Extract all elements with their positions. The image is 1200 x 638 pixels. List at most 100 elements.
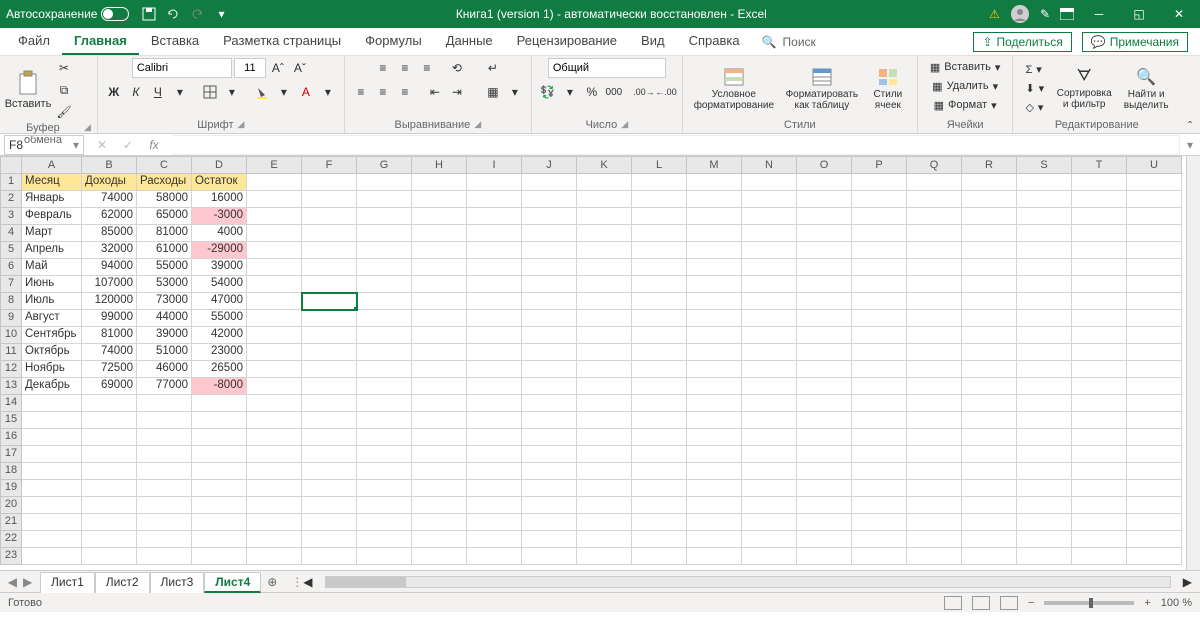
cell[interactable] — [467, 548, 522, 565]
cell[interactable] — [962, 463, 1017, 480]
cell[interactable] — [467, 531, 522, 548]
cell[interactable] — [412, 548, 467, 565]
clear-button[interactable]: ◇▾ — [1019, 99, 1050, 117]
row-header[interactable]: 19 — [0, 480, 22, 497]
cell[interactable] — [247, 531, 302, 548]
cell[interactable] — [302, 276, 357, 293]
cell[interactable] — [302, 429, 357, 446]
cell[interactable]: 4000 — [192, 225, 247, 242]
cell[interactable] — [412, 412, 467, 429]
cell[interactable] — [302, 361, 357, 378]
cell[interactable] — [357, 548, 412, 565]
cell[interactable] — [742, 259, 797, 276]
cell[interactable] — [742, 463, 797, 480]
cell[interactable] — [742, 480, 797, 497]
cell[interactable] — [1127, 242, 1182, 259]
cell[interactable] — [412, 310, 467, 327]
cell[interactable] — [1127, 174, 1182, 191]
confirm-edit-icon[interactable]: ✓ — [118, 135, 138, 155]
cell[interactable] — [907, 242, 962, 259]
tab-данные[interactable]: Данные — [434, 28, 505, 55]
cell[interactable] — [137, 395, 192, 412]
cell[interactable] — [797, 429, 852, 446]
cell[interactable] — [467, 208, 522, 225]
cell[interactable] — [1127, 378, 1182, 395]
cell[interactable] — [467, 480, 522, 497]
cell[interactable] — [522, 310, 577, 327]
cell[interactable] — [797, 225, 852, 242]
cell[interactable]: 42000 — [192, 327, 247, 344]
cell[interactable]: 26500 — [192, 361, 247, 378]
cell[interactable] — [1127, 497, 1182, 514]
cell[interactable]: -8000 — [192, 378, 247, 395]
cell[interactable] — [907, 361, 962, 378]
cell[interactable]: 39000 — [137, 327, 192, 344]
cell[interactable]: 69000 — [82, 378, 137, 395]
cell[interactable]: 62000 — [82, 208, 137, 225]
underline-button[interactable]: Ч — [148, 82, 168, 102]
collapse-ribbon-icon[interactable]: ˆ — [1180, 56, 1200, 133]
row-header[interactable]: 21 — [0, 514, 22, 531]
cell[interactable] — [412, 293, 467, 310]
cell[interactable] — [192, 531, 247, 548]
page-break-view-icon[interactable] — [1000, 596, 1018, 610]
cell[interactable] — [82, 463, 137, 480]
cell[interactable] — [357, 293, 412, 310]
cell[interactable] — [412, 361, 467, 378]
cell[interactable] — [687, 480, 742, 497]
cell[interactable] — [907, 514, 962, 531]
row-header[interactable]: 23 — [0, 548, 22, 565]
cell[interactable] — [907, 446, 962, 463]
cell[interactable] — [797, 344, 852, 361]
cell[interactable] — [577, 327, 632, 344]
merge-cells-icon[interactable]: ▦ — [483, 82, 503, 102]
cell[interactable] — [522, 191, 577, 208]
cell[interactable] — [1072, 276, 1127, 293]
cell[interactable] — [687, 429, 742, 446]
align-middle-icon[interactable]: ≡ — [395, 58, 415, 78]
cell[interactable] — [1017, 310, 1072, 327]
normal-view-icon[interactable] — [944, 596, 962, 610]
cell[interactable] — [467, 174, 522, 191]
ribbon-display-icon[interactable] — [1060, 8, 1074, 20]
cell[interactable] — [1127, 259, 1182, 276]
cell[interactable] — [1127, 412, 1182, 429]
cell[interactable] — [632, 361, 687, 378]
cell[interactable] — [82, 395, 137, 412]
italic-button[interactable]: К — [126, 82, 146, 102]
percent-icon[interactable]: % — [582, 82, 602, 102]
cell[interactable] — [907, 208, 962, 225]
format-as-table-button[interactable]: Форматировать как таблицу — [783, 65, 861, 113]
cell[interactable] — [577, 191, 632, 208]
cell[interactable] — [1017, 463, 1072, 480]
row-header[interactable]: 4 — [0, 225, 22, 242]
cell[interactable] — [467, 242, 522, 259]
formula-input[interactable] — [172, 135, 1180, 155]
cell[interactable]: Июнь — [22, 276, 82, 293]
close-button[interactable]: ✕ — [1164, 4, 1194, 24]
cell[interactable] — [522, 395, 577, 412]
cell[interactable]: 81000 — [82, 327, 137, 344]
cell[interactable] — [687, 327, 742, 344]
row-header[interactable]: 2 — [0, 191, 22, 208]
cell[interactable] — [137, 548, 192, 565]
cell[interactable] — [852, 191, 907, 208]
cell[interactable] — [852, 259, 907, 276]
align-bottom-icon[interactable]: ≡ — [417, 58, 437, 78]
cell[interactable] — [82, 480, 137, 497]
copy-icon[interactable]: ⧉ — [54, 80, 74, 100]
cell[interactable] — [22, 480, 82, 497]
cell[interactable] — [797, 412, 852, 429]
sheet-prev-icon[interactable]: ◀ — [8, 575, 17, 589]
cell[interactable] — [467, 361, 522, 378]
sheet-tab-Лист4[interactable]: Лист4 — [204, 572, 261, 593]
cell[interactable] — [247, 276, 302, 293]
cell[interactable] — [522, 242, 577, 259]
cell[interactable]: Ноябрь — [22, 361, 82, 378]
cell[interactable]: 51000 — [137, 344, 192, 361]
col-header-B[interactable]: B — [82, 156, 137, 174]
cell[interactable] — [412, 259, 467, 276]
cell[interactable] — [1017, 225, 1072, 242]
tab-вставка[interactable]: Вставка — [139, 28, 211, 55]
cell[interactable] — [907, 225, 962, 242]
